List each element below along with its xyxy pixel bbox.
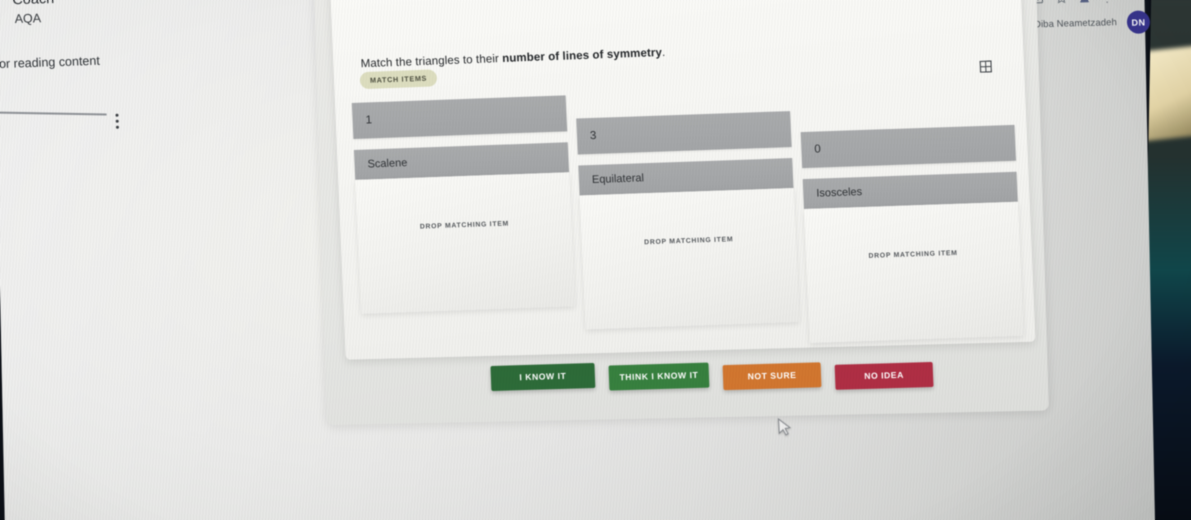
- drop-zone-label: DROP MATCHING ITEM: [644, 235, 734, 246]
- match-items-badge: MATCH ITEMS: [359, 69, 438, 89]
- background-page: Coach AQA for reading content: [0, 0, 335, 520]
- drop-zone-label: DROP MATCHING ITEM: [868, 249, 958, 260]
- user-name-label: Diba Neametzadeh: [1033, 17, 1118, 31]
- grid-apps-icon[interactable]: [979, 59, 993, 77]
- symmetry-count-chip[interactable]: 0: [800, 124, 1017, 169]
- symmetry-count-chip[interactable]: 3: [576, 111, 792, 155]
- bookmark-star-icon[interactable]: [1055, 0, 1068, 9]
- match-column-1: 1 Scalene DROP MATCHING ITEM: [351, 95, 576, 314]
- i-know-it-button[interactable]: I KNOW IT: [490, 362, 596, 391]
- background-page-subtitle: AQA: [14, 11, 42, 27]
- not-sure-button[interactable]: NOT SURE: [722, 362, 822, 390]
- photo-scene: Coach AQA for reading content — □ ✕: [0, 0, 1191, 520]
- avatar[interactable]: DN: [1126, 10, 1151, 34]
- no-idea-button[interactable]: NO IDEA: [834, 361, 934, 390]
- drop-zone[interactable]: DROP MATCHING ITEM: [355, 172, 576, 314]
- laptop-screen: Coach AQA for reading content — □ ✕: [0, 0, 1156, 520]
- drop-zone-label: DROP MATCHING ITEM: [419, 219, 510, 231]
- background-page-title: Coach: [12, 0, 55, 8]
- profile-icon[interactable]: [1078, 0, 1091, 8]
- match-column-2: 3 Equilateral DROP MATCHING ITEM: [576, 111, 800, 330]
- symmetry-count-chip[interactable]: 1: [351, 95, 568, 139]
- room-light-glow: [1145, 44, 1191, 142]
- divider-line: [0, 111, 107, 116]
- kebab-menu-icon[interactable]: [115, 113, 120, 129]
- browser-kebab-menu-icon[interactable]: ⋮: [1101, 0, 1112, 5]
- background-page-text: for reading content: [0, 53, 101, 72]
- mouse-cursor-icon: [777, 417, 793, 442]
- prompt-suffix: .: [661, 46, 666, 59]
- think-i-know-it-button[interactable]: THINK I KNOW IT: [608, 362, 710, 391]
- drop-zone[interactable]: DROP MATCHING ITEM: [579, 188, 800, 330]
- drop-zone[interactable]: DROP MATCHING ITEM: [803, 201, 1024, 343]
- match-column-3: 0 Isosceles DROP MATCHING ITEM: [800, 124, 1024, 343]
